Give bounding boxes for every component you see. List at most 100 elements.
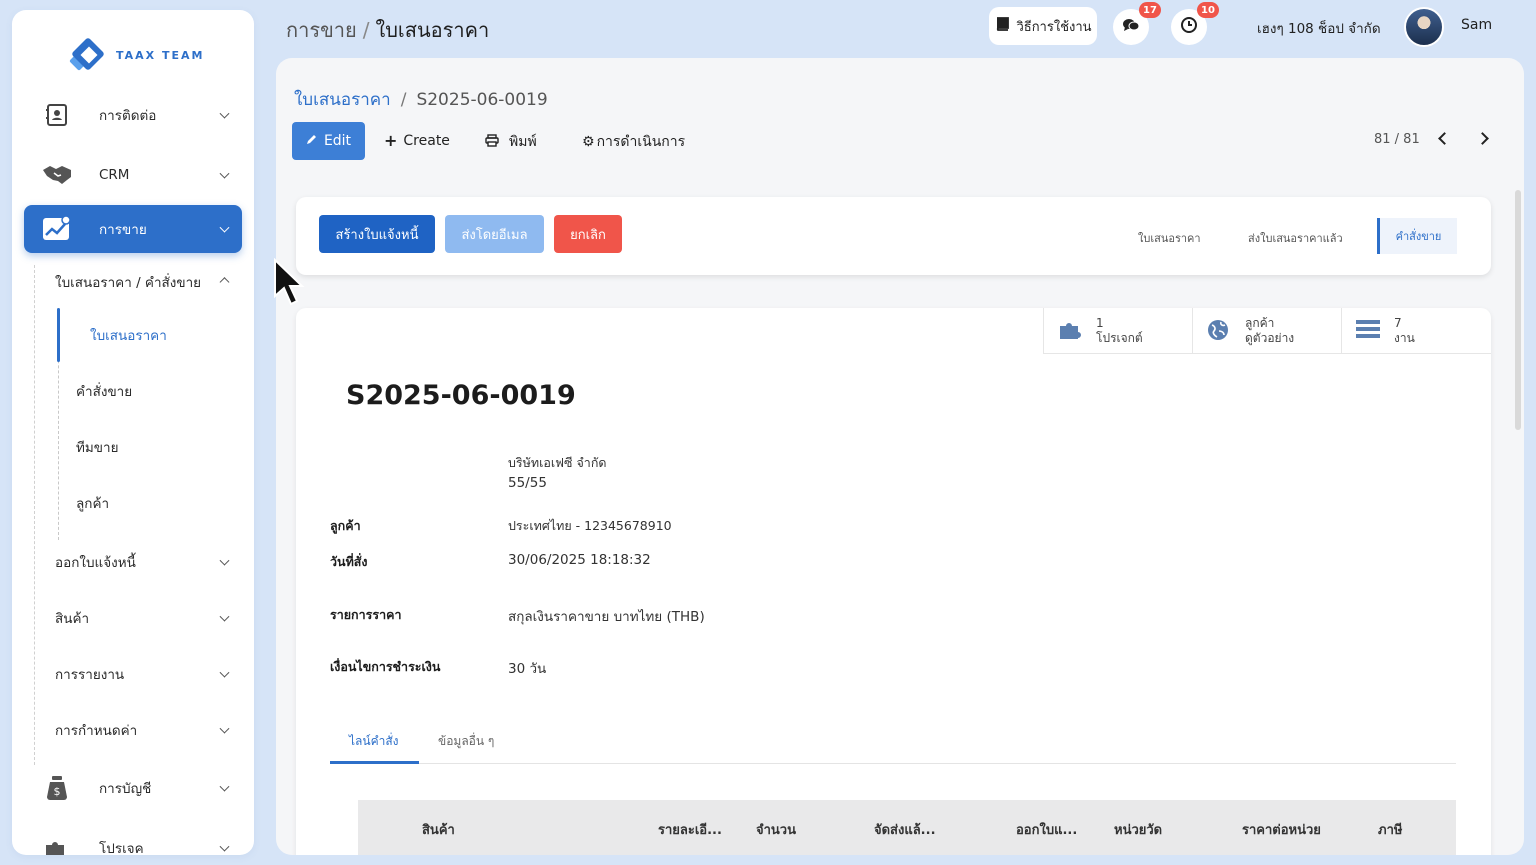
- action-menu-button[interactable]: ⚙ การดำเนินการ: [582, 131, 685, 153]
- breadcrumb-parent[interactable]: ใบเสนอราคา: [294, 90, 391, 110]
- cancel-button[interactable]: ยกเลิก: [554, 215, 622, 253]
- print-label: พิมพ์: [509, 134, 537, 150]
- vertical-scrollbar[interactable]: [1515, 190, 1521, 430]
- sidebar: TAAX TEAM การติดต่อ CRM การขาย ใบเสนอราค…: [12, 10, 254, 855]
- action-label: การดำเนินการ: [596, 134, 686, 150]
- user-name[interactable]: Sam: [1461, 17, 1492, 33]
- order-date-label: วันที่สั่ง: [330, 554, 368, 569]
- printer-icon: [485, 133, 499, 151]
- chat-bubbles-icon: [1122, 17, 1140, 37]
- record-pager: 81 / 81: [1374, 132, 1420, 147]
- tab-other-info[interactable]: ข้อมูลอื่น ๆ: [438, 732, 494, 751]
- customer-name[interactable]: บริษัทเอเฟซี จำกัด: [508, 453, 607, 473]
- active-tab-indicator: [330, 761, 419, 764]
- column-header-uom[interactable]: หน่วยวัด: [1114, 819, 1162, 840]
- submenu-item-sales-teams[interactable]: ทีมขาย: [76, 436, 119, 458]
- submenu-item-sales-orders[interactable]: คำสั่งขาย: [76, 380, 132, 402]
- sidebar-item-invoicing[interactable]: ออกใบแจ้งหนี้: [24, 538, 242, 586]
- sidebar-item-configuration[interactable]: การกำหนดค่า: [24, 706, 242, 754]
- sidebar-item-reporting[interactable]: การรายงาน: [24, 650, 242, 698]
- sidebar-item-label: การบัญชี: [99, 781, 152, 797]
- stage-sales-order[interactable]: คำสั่งขาย: [1377, 218, 1457, 254]
- breadcrumb-separator: /: [400, 90, 407, 110]
- smart-button-tasks-label: งาน: [1394, 330, 1415, 345]
- sidebar-item-crm[interactable]: CRM: [24, 151, 242, 199]
- tasks-list-icon: [1356, 319, 1382, 343]
- column-header-unit-price[interactable]: ราคาต่อหน่วย: [1242, 819, 1321, 840]
- tabs-divider: [330, 763, 1456, 764]
- book-icon: [994, 17, 1010, 35]
- chevron-down-icon: [219, 108, 230, 119]
- activities-count-badge: 10: [1197, 2, 1219, 18]
- sidebar-item-label: ออกใบแจ้งหนี้: [55, 555, 136, 571]
- column-header-description[interactable]: รายละเอี...: [658, 819, 722, 840]
- main-panel: ใบเสนอราคา / S2025-06-0019 Edit + Create พ…: [276, 58, 1524, 855]
- smart-button-projects[interactable]: 1 โปรเจกต์: [1043, 308, 1192, 354]
- chevron-down-icon: [219, 667, 230, 678]
- create-label: Create: [403, 132, 450, 149]
- print-button[interactable]: พิมพ์: [485, 131, 537, 153]
- sidebar-item-contacts[interactable]: การติดต่อ: [24, 91, 242, 139]
- page-title-current: ใบเสนอราคา: [375, 18, 490, 42]
- edit-button[interactable]: Edit: [292, 122, 365, 160]
- previous-record-button[interactable]: [1438, 132, 1451, 145]
- create-invoice-button[interactable]: สร้างใบแจ้งหนี้: [319, 215, 435, 253]
- puzzle-icon: [40, 833, 74, 855]
- sidebar-item-label: การติดต่อ: [99, 108, 157, 124]
- smart-button-customer-preview[interactable]: ลูกค้า ดูตัวอย่าง: [1192, 308, 1341, 354]
- smart-button-customer-line2: ดูตัวอย่าง: [1245, 330, 1295, 345]
- breadcrumb-current: S2025-06-0019: [416, 90, 548, 110]
- brand-name: TAAX TEAM: [116, 48, 205, 62]
- column-header-taxes[interactable]: ภาษี: [1378, 819, 1402, 840]
- messages-button[interactable]: 17: [1113, 2, 1161, 45]
- column-header-delivered[interactable]: จัดส่งแล้...: [874, 819, 936, 840]
- create-button[interactable]: + Create: [384, 131, 450, 150]
- payment-terms-value[interactable]: 30 วัน: [508, 657, 546, 679]
- stage-quotation[interactable]: ใบเสนอราคา: [1138, 229, 1201, 247]
- chevron-down-icon: [219, 222, 230, 233]
- document-number: S2025-06-0019: [346, 380, 576, 411]
- sidebar-item-sales[interactable]: การขาย: [24, 205, 242, 253]
- next-record-button[interactable]: [1476, 132, 1489, 145]
- submenu-item-customers[interactable]: ลูกค้า: [76, 492, 109, 514]
- chevron-down-icon: [219, 611, 230, 622]
- smart-button-tasks[interactable]: 7 งาน: [1341, 308, 1491, 354]
- smart-button-tasks-count: 7: [1394, 315, 1402, 330]
- submenu-item-quotations[interactable]: ใบเสนอราคา: [90, 324, 167, 346]
- customer-country-tax: ประเทศไทย - 12345678910: [508, 518, 672, 533]
- breadcrumb: ใบเสนอราคา / S2025-06-0019: [294, 86, 548, 113]
- tab-order-lines[interactable]: ไลน์คำสั่ง: [349, 732, 399, 751]
- submenu-title: ใบเสนอราคา / คำสั่งขาย: [55, 275, 202, 291]
- status-bar: สร้างใบแจ้งหนี้ ส่งโดยอีเมล ยกเลิก ใบเสน…: [296, 197, 1491, 275]
- chevron-down-icon: [219, 723, 230, 734]
- stage-quotation-sent[interactable]: ส่งใบเสนอราคาแล้ว: [1248, 229, 1343, 247]
- column-header-product[interactable]: สินค้า: [422, 819, 455, 840]
- user-guide-button[interactable]: วิธีการใช้งาน: [989, 7, 1097, 45]
- contact-card-icon: [40, 100, 74, 130]
- sidebar-item-accounting[interactable]: $ การบัญชี: [24, 764, 242, 812]
- gear-icon: ⚙: [582, 134, 595, 150]
- sidebar-item-products[interactable]: สินค้า: [24, 594, 242, 642]
- user-guide-label: วิธีการใช้งาน: [1016, 19, 1092, 35]
- pencil-icon: [306, 133, 318, 149]
- edit-label: Edit: [323, 133, 352, 149]
- activities-button[interactable]: 10: [1171, 2, 1219, 45]
- brand-logo[interactable]: TAAX TEAM: [69, 37, 205, 72]
- pricelist-value[interactable]: สกุลเงินราคาขาย บาทไทย (THB): [508, 605, 705, 627]
- document-form: 1 โปรเจกต์ ลูกค้า ดูตัวอย่าง 7 งาน S2025…: [296, 308, 1491, 855]
- payment-terms-label: เงื่อนไขการชำระเงิน: [330, 659, 441, 674]
- chevron-down-icon: [219, 841, 230, 852]
- company-switcher[interactable]: เฮงๆ 108 ช็อป จำกัด: [1257, 17, 1381, 39]
- sidebar-item-label: การกำหนดค่า: [55, 723, 138, 739]
- sales-chart-icon: [40, 214, 74, 244]
- avatar[interactable]: [1404, 7, 1444, 47]
- sidebar-item-projects[interactable]: โปรเจค: [24, 824, 242, 855]
- column-header-quantity[interactable]: จำนวน: [756, 819, 796, 840]
- order-lines-table-header: สินค้า รายละเอี... จำนวน จัดส่งแล้... ออ…: [358, 800, 1456, 855]
- send-email-button[interactable]: ส่งโดยอีเมล: [445, 215, 544, 253]
- pricelist-label: รายการราคา: [330, 607, 402, 622]
- column-header-invoiced[interactable]: ออกใบแ...: [1016, 819, 1077, 840]
- page-title-module[interactable]: การขาย: [286, 18, 357, 42]
- svg-text:$: $: [54, 785, 61, 798]
- submenu-quotations-orders[interactable]: ใบเสนอราคา / คำสั่งขาย: [55, 271, 201, 293]
